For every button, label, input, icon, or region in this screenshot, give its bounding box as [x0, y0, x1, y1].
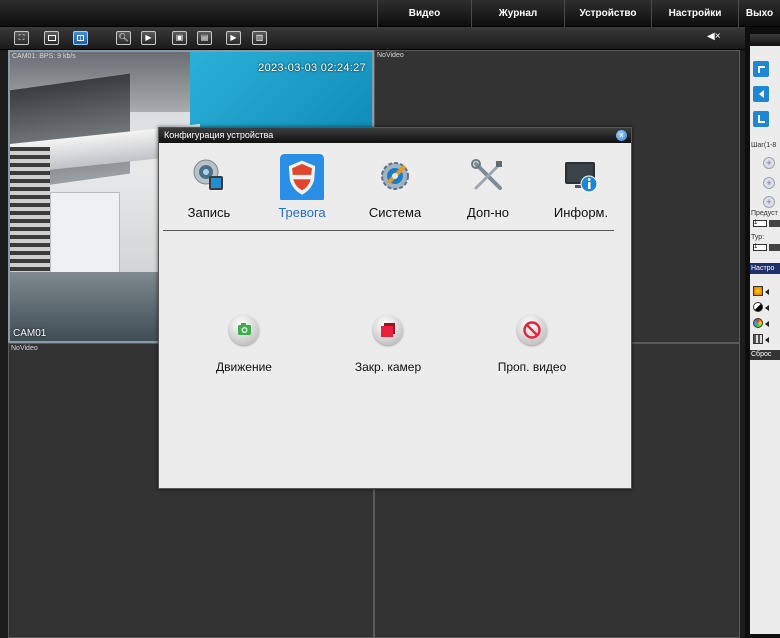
- tour-go-button[interactable]: [769, 244, 780, 251]
- info-monitor-icon: [565, 162, 598, 193]
- video-loss-button[interactable]: Проп. видео: [477, 315, 587, 375]
- tab-info-label: Информ.: [553, 205, 609, 220]
- novideo-label: NoVideo: [11, 345, 38, 352]
- menu-exit[interactable]: Выхо: [738, 0, 780, 27]
- motion-detect-button[interactable]: Движение: [189, 315, 299, 375]
- tab-system[interactable]: Система: [355, 152, 435, 222]
- brightness-icon: [753, 286, 763, 296]
- video-toolbar: ⛶ 🔍︎ ▶ ▣ ▤ ▶ ▥ ◀×: [0, 27, 745, 50]
- snapshot-icon[interactable]: ▤: [197, 31, 212, 45]
- top-menu-bar: Видео Журнал Устройство Настройки Выхо: [0, 0, 780, 27]
- tour-input[interactable]: 1: [753, 244, 767, 251]
- close-icon[interactable]: ×: [616, 130, 627, 141]
- single-view-icon[interactable]: [44, 31, 59, 45]
- preset-input[interactable]: 1: [753, 220, 767, 227]
- preset-label: Предуст: [751, 210, 778, 217]
- zoom-icon[interactable]: 🔍︎: [116, 31, 131, 45]
- ptz-panel: Шаг(1-8 + + + Предуст 1 Тур: 1 Настро Сб…: [745, 27, 780, 638]
- playback-icon[interactable]: ▶: [226, 31, 241, 45]
- hue-decrease-button[interactable]: [765, 337, 769, 343]
- cam01-name-label: CAM01: [13, 328, 47, 339]
- menu-settings[interactable]: Настройки: [651, 0, 738, 27]
- play-icon[interactable]: ▶: [141, 31, 156, 45]
- tools-icon: [471, 159, 502, 190]
- motion-detect-label: Движение: [216, 360, 272, 374]
- camera-icon: [229, 315, 259, 345]
- camera-blind-label: Закр. камер: [354, 360, 422, 374]
- ptz-down-left-button[interactable]: [753, 111, 769, 127]
- cam01-timestamp: 2023-03-03 02:24:27: [258, 62, 366, 74]
- quad-view-icon[interactable]: [73, 31, 88, 45]
- ptz-up-left-button[interactable]: [753, 61, 769, 77]
- tab-info[interactable]: Информ.: [541, 152, 621, 222]
- menu-log[interactable]: Журнал: [471, 0, 564, 27]
- novideo-label: NoVideo: [377, 52, 404, 59]
- ptz-panel-header: [750, 34, 780, 46]
- image-settings-header: Настро: [750, 263, 780, 274]
- saturation-icon: [753, 318, 763, 328]
- ptz-left-button[interactable]: [753, 86, 769, 102]
- hue-icon: [753, 334, 763, 344]
- brightness-decrease-button[interactable]: [765, 289, 769, 295]
- reset-button[interactable]: Сброс: [750, 350, 780, 360]
- contrast-decrease-button[interactable]: [765, 305, 769, 311]
- fullscreen-icon[interactable]: ⛶: [14, 31, 29, 45]
- ptz-panel-inner: Шаг(1-8 + + + Предуст 1 Тур: 1 Настро Сб…: [750, 34, 780, 634]
- dialog-separator: [163, 230, 614, 231]
- record-icon[interactable]: ▣: [172, 31, 187, 45]
- cam01-info-label: CAM01: BPS: 9 kb/s: [12, 53, 76, 60]
- tab-system-label: Система: [368, 205, 422, 220]
- device-config-dialog: Конфигурация устройства × Запись Тревога: [158, 127, 632, 489]
- tab-advanced[interactable]: Доп-но: [448, 152, 528, 222]
- zoom-in-button[interactable]: +: [763, 157, 775, 169]
- tour-label: Тур:: [751, 234, 765, 241]
- system-gear-icon: [381, 162, 409, 190]
- video-loss-label: Проп. видео: [497, 360, 567, 374]
- record-icon: [193, 159, 223, 190]
- camera-blind-button[interactable]: Закр. камер: [333, 315, 443, 375]
- tab-advanced-label: Доп-но: [467, 205, 509, 220]
- contrast-icon: [753, 302, 763, 312]
- focus-in-button[interactable]: +: [763, 177, 775, 189]
- preset-go-button[interactable]: [769, 220, 780, 227]
- iris-in-button[interactable]: +: [763, 196, 775, 208]
- mute-icon[interactable]: ◀×: [707, 31, 721, 42]
- tab-alarm[interactable]: Тревога: [262, 152, 342, 222]
- saturation-decrease-button[interactable]: [765, 321, 769, 327]
- tab-alarm-label: Тревога: [278, 205, 326, 220]
- tab-record-label: Запись: [187, 205, 231, 220]
- menu-video[interactable]: Видео: [377, 0, 471, 27]
- tab-record[interactable]: Запись: [169, 152, 249, 222]
- step-label: Шаг(1-8: [751, 142, 777, 149]
- dialog-title: Конфигурация устройства: [159, 128, 631, 143]
- alarm-shield-icon: [280, 154, 324, 200]
- menu-device[interactable]: Устройство: [564, 0, 651, 27]
- multi-screen-icon[interactable]: ▥: [252, 31, 267, 45]
- video-loss-icon: [517, 315, 547, 345]
- camera-blind-icon: [373, 315, 403, 345]
